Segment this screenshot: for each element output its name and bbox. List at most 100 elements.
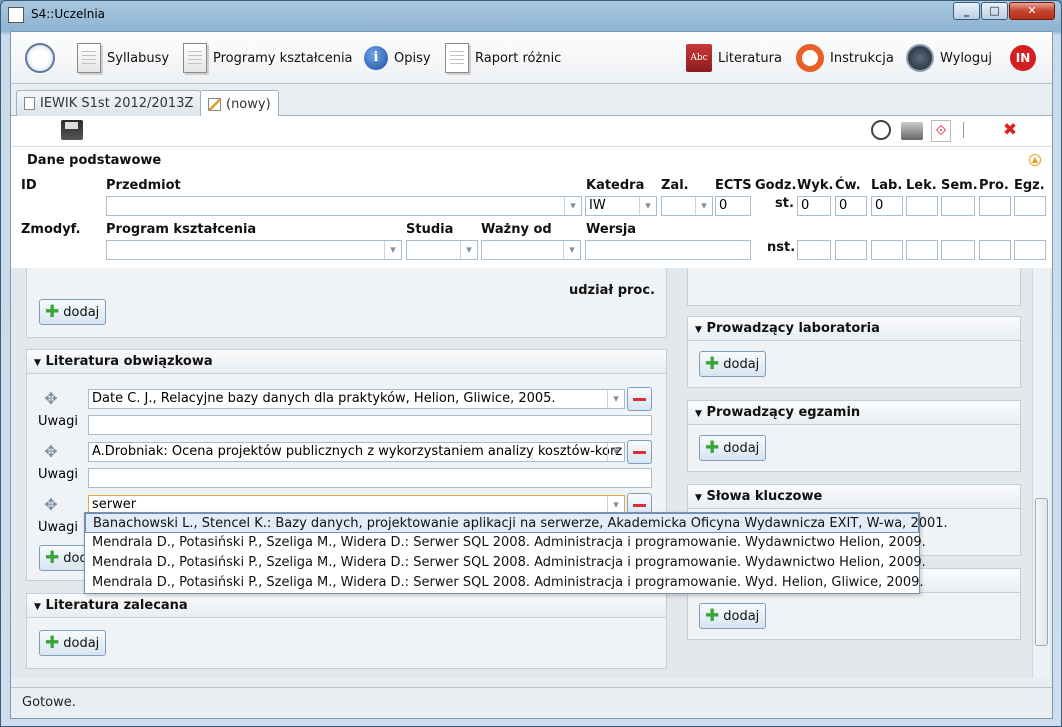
lek-st-field[interactable] xyxy=(906,196,938,216)
document-icon xyxy=(183,43,207,73)
remove-button[interactable] xyxy=(627,387,652,411)
move-handle-icon[interactable]: ✥ xyxy=(41,495,61,515)
uwagi-label: Uwagi xyxy=(38,467,78,482)
programy-button[interactable]: Programy kształcenia xyxy=(183,41,353,75)
collapse-arrow-icon: ▼ xyxy=(695,409,702,419)
pro-st-field[interactable] xyxy=(979,196,1011,216)
wyloguj-button[interactable]: Wyloguj xyxy=(906,41,992,75)
lit-entry-2[interactable]: A.Drobniak: Ocena projektów publicznych … xyxy=(88,442,625,462)
panel-header-prow-egz[interactable]: ▼ Prowadzący egzamin xyxy=(688,401,1020,425)
zal-label: Zal. xyxy=(661,178,689,193)
wyk-nst-field[interactable] xyxy=(797,240,831,260)
wersja-label: Wersja xyxy=(586,222,637,237)
lit-entry-1[interactable]: Date C. J., Relacyjne bazy danych dla pr… xyxy=(88,389,625,409)
move-handle-icon[interactable]: ✥ xyxy=(41,389,61,409)
uwagi-field-2[interactable] xyxy=(88,468,652,488)
opisy-button[interactable]: i Opisy xyxy=(364,41,431,75)
add-button[interactable]: ✚ dodaj xyxy=(699,435,767,461)
panel-header-lit-obow[interactable]: ▼ Literatura obwiązkowa xyxy=(27,350,666,374)
in-logo-icon: IN xyxy=(1010,45,1036,71)
program-label: Program kształcenia xyxy=(106,222,257,237)
program-field[interactable] xyxy=(106,240,402,260)
tab-iewik[interactable]: IEWIK S1st 2012/2013Z xyxy=(16,90,202,116)
pro-label: Pro. xyxy=(979,178,1009,193)
add-label: dodaj xyxy=(723,356,760,372)
maximize-button[interactable]: □ xyxy=(981,2,1008,20)
pdf-icon[interactable]: ⟐ xyxy=(931,120,951,142)
minimize-button[interactable]: _ xyxy=(953,2,980,20)
egz-st-field[interactable] xyxy=(1014,196,1046,216)
uwagi-field-1[interactable] xyxy=(88,415,652,435)
search-icon[interactable] xyxy=(871,120,891,140)
zal-field[interactable] xyxy=(661,196,713,216)
save-icon[interactable] xyxy=(61,120,83,140)
wyk-label: Wyk. xyxy=(797,178,834,193)
report-icon xyxy=(445,43,469,73)
cw-nst-field[interactable] xyxy=(835,240,867,260)
wazny-label: Ważny od xyxy=(481,222,552,237)
tab-label: IEWIK S1st 2012/2013Z xyxy=(40,96,194,111)
print-icon[interactable] xyxy=(901,122,923,140)
add-button[interactable]: ✚ dodaj xyxy=(699,351,767,377)
plus-icon: ✚ xyxy=(45,301,60,322)
add-button[interactable]: ✚ dodaj xyxy=(39,299,107,325)
dropdown-option[interactable]: Mendrala D., Potasiński P., Szeliga M., … xyxy=(85,553,926,573)
sem-st-field[interactable] xyxy=(941,196,975,216)
panel-header-prow-lab[interactable]: ▼ Prowadzący laboratoria xyxy=(688,317,1020,341)
przedmiot-label: Przedmiot xyxy=(106,178,181,193)
cw-st-field[interactable]: 0 xyxy=(835,196,867,216)
katedra-field[interactable]: IW xyxy=(585,196,657,216)
uwagi-label: Uwagi xyxy=(38,414,78,429)
delete-icon[interactable]: ✖ xyxy=(1001,121,1019,139)
title-bar[interactable]: S4::Uczelnia _ □ ✕ xyxy=(1,1,1061,29)
panel-title: Literatura zalecana xyxy=(45,598,188,613)
raport-button[interactable]: Raport różnic xyxy=(445,41,561,75)
add-label: dodaj xyxy=(723,608,760,624)
literatura-button[interactable]: Abc Literatura xyxy=(686,41,782,75)
collapse-icon[interactable]: ▲ xyxy=(1029,154,1041,166)
remove-button[interactable] xyxy=(627,440,652,464)
power-icon xyxy=(906,44,934,72)
plus-icon: ✚ xyxy=(705,353,720,374)
tab-label: (nowy) xyxy=(226,96,271,112)
divider xyxy=(11,146,1052,147)
sem-nst-field[interactable] xyxy=(941,240,975,260)
syllabusy-button[interactable]: Syllabusy xyxy=(77,41,169,75)
dropdown-option[interactable]: Mendrala D., Potasiński P., Szeliga M., … xyxy=(85,573,924,593)
panel-prow-egz: ▼ Prowadzący egzamin ✚ dodaj xyxy=(687,400,1021,472)
wyloguj-label: Wyloguj xyxy=(940,50,992,66)
wazny-field[interactable] xyxy=(481,240,581,260)
move-handle-icon[interactable]: ✥ xyxy=(41,442,61,462)
seal-icon xyxy=(25,43,55,73)
lab-st-field[interactable]: 0 xyxy=(871,196,903,216)
tab-nowy[interactable]: (nowy) xyxy=(200,90,279,117)
panel-header-slowa[interactable]: ▼ Słowa kluczowe xyxy=(688,485,1020,509)
opisy-label: Opisy xyxy=(394,50,431,66)
wersja-field[interactable] xyxy=(585,240,751,260)
lek-nst-field[interactable] xyxy=(906,240,938,260)
close-button[interactable]: ✕ xyxy=(1009,2,1055,20)
lek-label: Lek. xyxy=(906,178,937,193)
plus-icon: ✚ xyxy=(45,547,60,568)
przedmiot-field[interactable] xyxy=(106,196,582,216)
add-button[interactable]: ✚ dodaj xyxy=(699,603,767,629)
nst-label: nst. xyxy=(767,240,796,255)
dropdown-option[interactable]: Banachowski L., Stencel K.: Bazy danych,… xyxy=(85,513,948,533)
studia-field[interactable] xyxy=(406,240,478,260)
panel-udzial: udział proc. ✚ dodaj xyxy=(26,268,667,338)
collapse-arrow-icon: ▼ xyxy=(695,325,702,335)
instrukcja-button[interactable]: Instrukcja xyxy=(796,41,894,75)
tab-strip: IEWIK S1st 2012/2013Z (nowy) xyxy=(11,86,1052,117)
scrollbar-thumb[interactable] xyxy=(1035,498,1048,646)
udzial-label: udział proc. xyxy=(569,283,655,298)
egz-nst-field[interactable] xyxy=(1014,240,1046,260)
panel-header-lit-zal[interactable]: ▼ Literatura zalecana xyxy=(27,594,666,618)
vertical-scrollbar[interactable] xyxy=(1032,268,1050,678)
lab-nst-field[interactable] xyxy=(871,240,903,260)
ects-field[interactable]: 0 xyxy=(715,196,751,216)
pro-nst-field[interactable] xyxy=(979,240,1011,260)
add-label: dodaj xyxy=(63,304,100,320)
add-button[interactable]: ✚ dodaj xyxy=(39,630,107,656)
wyk-st-field[interactable]: 0 xyxy=(797,196,831,216)
dropdown-option[interactable]: Mendrala D., Potasiński P., Szeliga M., … xyxy=(85,533,926,553)
